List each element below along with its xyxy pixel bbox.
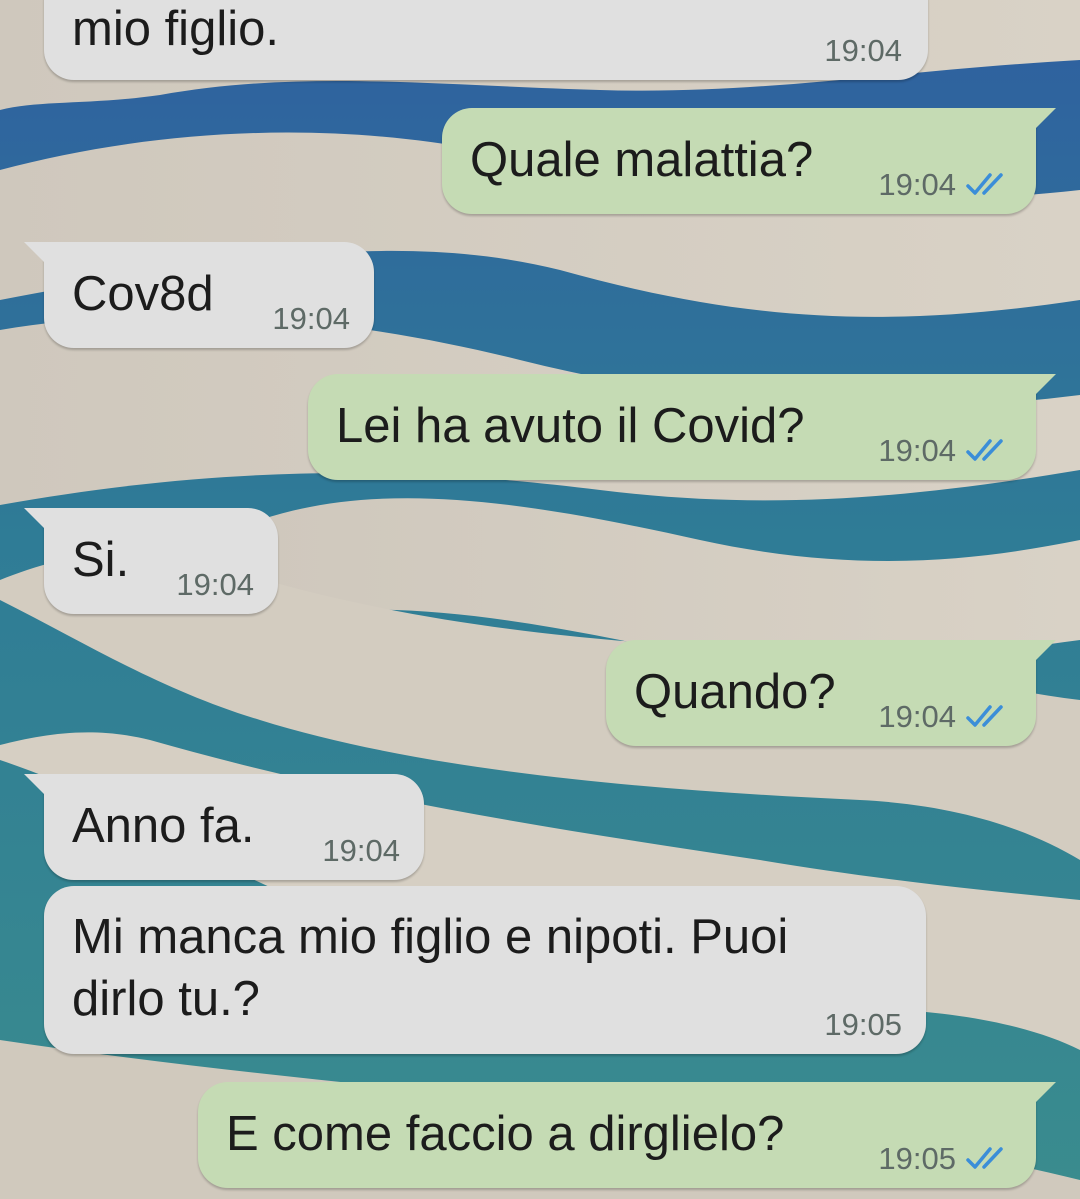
message-text: Si. <box>72 533 130 587</box>
message-timestamp: 19:05 <box>878 1141 956 1176</box>
read-double-check-icon <box>966 173 1003 195</box>
read-double-check-icon <box>966 705 1003 727</box>
message-timestamp: 19:04 <box>272 301 350 336</box>
message-bubble-incoming[interactable]: Anno fa. 19:04 <box>24 774 424 880</box>
message-timestamp: 19:04 <box>878 699 956 734</box>
message-text: E come faccio a dirglielo? <box>226 1107 785 1161</box>
message-bubble-incoming[interactable]: Cov8d 19:04 <box>24 242 374 348</box>
message-text: Quando? <box>634 665 836 719</box>
message-text: Anno fa. <box>72 799 255 853</box>
message-timestamp: 19:04 <box>878 167 956 202</box>
message-text: Lei ha avuto il Covid? <box>336 399 805 453</box>
bubble-tail-icon <box>24 242 46 264</box>
message-text-line-1: Mi manca mio figlio e nipoti. Puoi <box>72 910 789 964</box>
message-timestamp: 19:04 <box>176 567 254 602</box>
bubble-tail-icon <box>24 508 46 530</box>
message-bubble-incoming[interactable]: Si. 19:04 <box>24 508 278 614</box>
message-text: Cov8d <box>72 267 214 321</box>
message-bubble-outgoing[interactable]: E come faccio a dirglielo? 19:05 <box>198 1082 1056 1188</box>
bubble-tail-icon <box>1034 374 1056 396</box>
message-bubble-outgoing[interactable]: Lei ha avuto il Covid? 19:04 <box>308 374 1056 480</box>
message-timestamp: 19:04 <box>824 33 902 68</box>
message-timestamp: 19:04 <box>322 833 400 868</box>
message-timestamp: 19:04 <box>878 433 956 468</box>
message-text: mio figlio. <box>72 2 279 56</box>
message-bubble-outgoing[interactable]: Quando? 19:04 <box>606 640 1056 746</box>
read-double-check-icon <box>966 1147 1003 1169</box>
message-text-line-2: dirlo tu.? <box>72 972 260 1026</box>
message-bubble-incoming[interactable]: Mi manca mio figlio e nipoti. Puoi dirlo… <box>44 886 926 1054</box>
bubble-tail-icon <box>1034 108 1056 130</box>
message-timestamp: 19:05 <box>824 1007 902 1042</box>
message-bubble-outgoing[interactable]: Quale malattia? 19:04 <box>442 108 1056 214</box>
bubble-tail-icon <box>1034 640 1056 662</box>
message-bubble-incoming[interactable]: mio figlio. 19:04 <box>44 0 928 80</box>
chat-conversation[interactable]: mio figlio. 19:04 Quale malattia? 19:04 … <box>0 0 1080 1199</box>
bubble-tail-icon <box>24 774 46 796</box>
bubble-tail-icon <box>1034 1082 1056 1104</box>
read-double-check-icon <box>966 439 1003 461</box>
message-text: Quale malattia? <box>470 133 814 187</box>
